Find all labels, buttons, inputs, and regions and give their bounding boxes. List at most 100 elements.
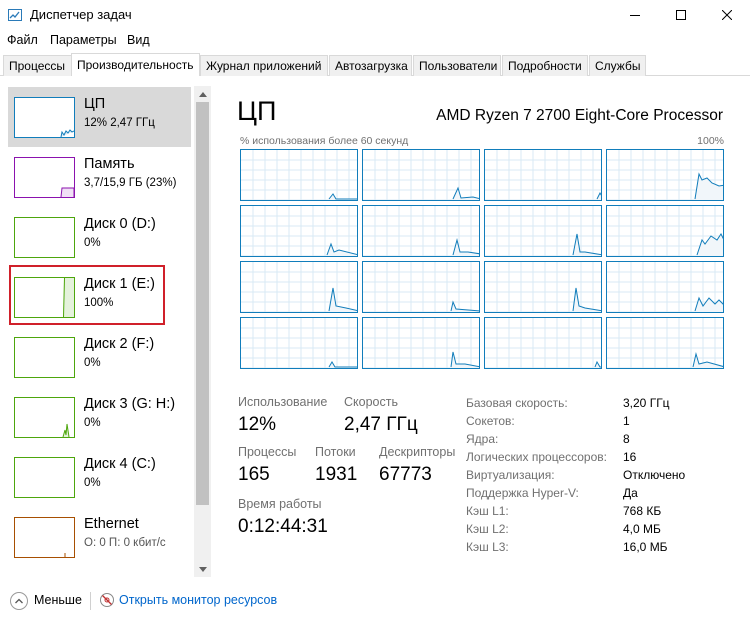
memory-thumbnail-graph [14,157,75,198]
tab-users[interactable]: Пользователи [413,55,501,76]
processes-label: Процессы [238,445,297,459]
logical-processor-graph [240,261,358,313]
logical-processor-graph [362,149,480,201]
handles-label: Дескрипторы [379,445,456,459]
info-label-l1-cache: Кэш L1: [466,504,509,518]
graph-max-label: 100% [697,135,724,147]
disk-thumbnail-graph [14,337,75,378]
sidebar-scrollbar[interactable] [194,86,211,577]
tab-app-history[interactable]: Журнал приложений [200,55,328,76]
info-label-virtualization: Виртуализация: [466,468,555,482]
info-label-l3-cache: Кэш L3: [466,540,509,554]
sidebar-item-title: Диск 2 (F:) [84,336,155,352]
logical-processor-graphs [240,149,725,369]
sidebar-item-title: Диск 4 (C:) [84,456,156,472]
info-label-logical-processors: Логических процессоров: [466,450,607,464]
processor-name: AMD Ryzen 7 2700 Eight-Core Processor [436,107,723,124]
uptime-label: Время работы [238,497,322,511]
info-label-cores: Ядра: [466,432,499,446]
menu-options[interactable]: Параметры [50,33,117,47]
speed-value: 2,47 ГГц [344,414,418,435]
disk-thumbnail-graph [14,457,75,498]
logical-processor-graph [606,205,724,257]
info-value-cores: 8 [623,432,630,446]
minimize-button[interactable] [612,0,658,30]
info-value-l1-cache: 768 КБ [623,504,662,518]
uptime-value: 0:12:44:31 [238,516,328,537]
usage-value: 12% [238,414,277,435]
logical-processor-graph [606,261,724,313]
logical-processor-graph [484,205,602,257]
graph-caption: % использования более 60 секунд [240,135,409,147]
info-value-l2-cache: 4,0 МБ [623,522,661,536]
sidebar-item-disk-3[interactable]: Диск 3 (G: H:) 0% [8,387,191,447]
scroll-up-button[interactable] [194,86,211,102]
resource-monitor-icon [100,593,114,607]
sidebar-item-memory[interactable]: Память 3,7/15,9 ГБ (23%) [8,147,191,207]
info-value-virtualization: Отключено [623,468,686,482]
tab-details[interactable]: Подробности [502,55,588,76]
info-label-base-speed: Базовая скорость: [466,396,568,410]
footer-divider [90,592,91,610]
highlight-box-disk-1 [9,265,165,325]
usage-label: Использование [238,395,328,409]
tab-services[interactable]: Службы [589,55,646,76]
sidebar-item-subtitle: О: 0 П: 0 кбит/с [84,537,166,549]
task-manager-app-icon [8,9,22,21]
sidebar-item-subtitle: 0% [84,237,101,249]
scroll-thumb[interactable] [196,102,209,505]
processes-value: 165 [238,464,270,485]
disk-thumbnail-graph [14,397,75,438]
tab-performance[interactable]: Производительность [71,53,200,76]
logical-processor-graph [606,317,724,369]
sidebar-item-title: Память [84,156,135,172]
ethernet-thumbnail-graph [14,517,75,558]
resource-sidebar: ЦП 12% 2,47 ГГц Память 3,7/15,9 ГБ (23%)… [0,85,212,577]
handles-value: 67773 [379,464,432,485]
disk-thumbnail-graph [14,217,75,258]
sidebar-item-disk-2[interactable]: Диск 2 (F:) 0% [8,327,191,387]
maximize-button[interactable] [658,0,704,30]
speed-label: Скорость [344,395,398,409]
page-title: ЦП [237,96,277,126]
info-value-base-speed: 3,20 ГГц [623,396,670,410]
info-value-hyper-v: Да [623,486,638,500]
sidebar-item-title: ЦП [84,96,106,112]
logical-processor-graph [362,261,480,313]
sidebar-item-title: Ethernet [84,516,139,532]
sidebar-item-ethernet[interactable]: Ethernet О: 0 П: 0 кбит/с [8,507,191,567]
sidebar-item-subtitle: 0% [84,357,101,369]
chevron-down-icon [198,566,207,572]
info-value-logical-processors: 16 [623,450,637,464]
info-value-l3-cache: 16,0 МБ [623,540,668,554]
info-label-sockets: Сокетов: [466,414,515,428]
cpu-thumbnail-graph [14,97,75,138]
fewer-details-label[interactable]: Меньше [34,593,82,607]
scroll-down-button[interactable] [194,561,211,577]
chevron-up-icon [198,91,207,97]
logical-processor-graph [240,149,358,201]
close-button[interactable] [704,0,750,30]
info-label-hyper-v: Поддержка Hyper-V: [466,486,579,500]
logical-processor-graph [240,205,358,257]
sidebar-item-subtitle: 0% [84,417,101,429]
logical-processor-graph [484,261,602,313]
fewer-details-button[interactable] [10,592,28,610]
menu-view[interactable]: Вид [127,33,150,47]
sidebar-item-disk-0[interactable]: Диск 0 (D:) 0% [8,207,191,267]
open-resource-monitor-link[interactable]: Открыть монитор ресурсов [119,593,277,607]
info-label-l2-cache: Кэш L2: [466,522,509,536]
logical-processor-graph [484,317,602,369]
sidebar-item-title: Диск 0 (D:) [84,216,156,232]
tab-processes[interactable]: Процессы [3,55,72,76]
sidebar-item-subtitle: 3,7/15,9 ГБ (23%) [84,177,177,189]
title-bar: Диспетчер задач [0,0,750,30]
menu-file[interactable]: Файл [7,33,38,47]
threads-value: 1931 [315,464,358,485]
logical-processor-graph [362,317,480,369]
info-value-sockets: 1 [623,414,630,428]
sidebar-item-cpu[interactable]: ЦП 12% 2,47 ГГц [8,87,191,147]
tab-startup[interactable]: Автозагрузка [329,55,412,76]
footer-bar: Меньше Открыть монитор ресурсов [0,583,750,621]
sidebar-item-disk-4[interactable]: Диск 4 (C:) 0% [8,447,191,507]
